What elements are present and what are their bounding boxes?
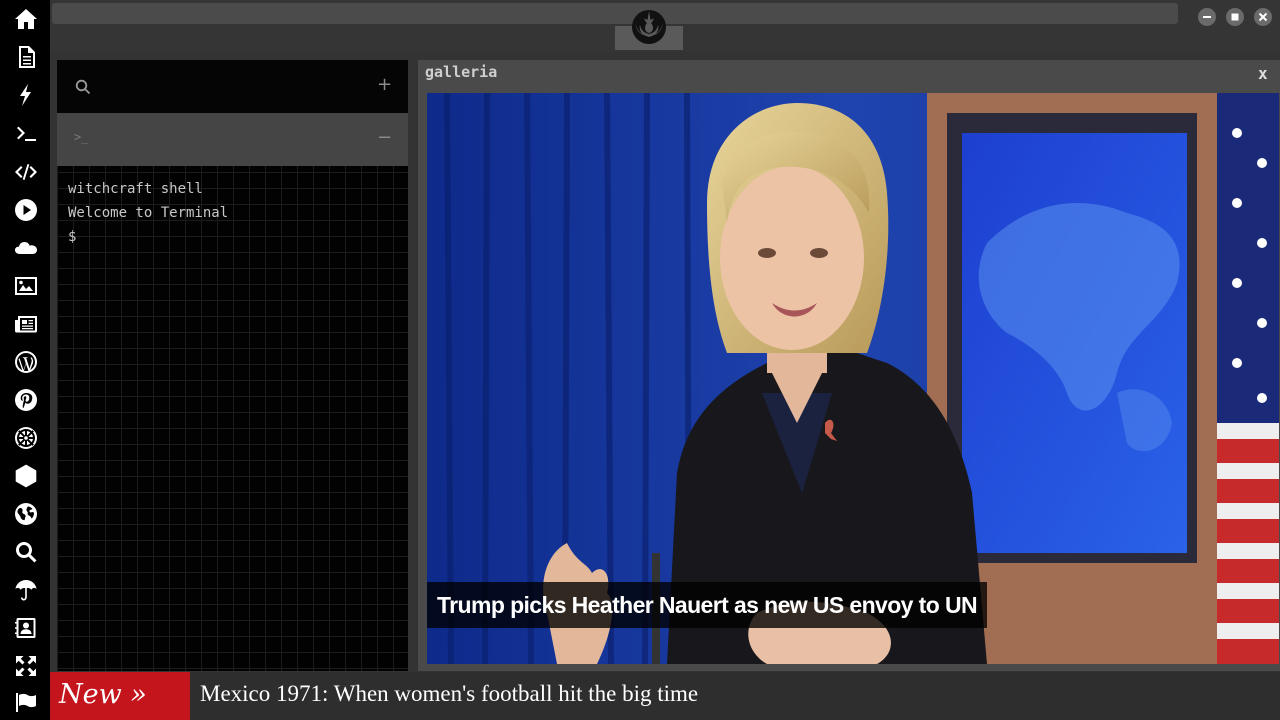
gallery-title: galleria xyxy=(425,63,498,81)
terminal-icon[interactable] xyxy=(13,121,39,147)
gallery-panel: galleria x Trump picks Heather Nauert as… xyxy=(418,60,1280,671)
terminal-panel: + >_ − witchcraft shell Welcome to Termi… xyxy=(57,60,408,671)
terminal-search-bar[interactable]: + xyxy=(57,60,408,113)
lightning-icon[interactable] xyxy=(13,82,39,108)
add-tab-button[interactable]: + xyxy=(377,74,397,98)
photo-caption: Trump picks Heather Nauert as new US env… xyxy=(427,582,987,628)
search-icon[interactable] xyxy=(75,79,91,95)
cloud-icon[interactable] xyxy=(13,235,39,261)
code-icon[interactable] xyxy=(13,159,39,185)
collapse-tab-button[interactable]: − xyxy=(377,127,397,151)
minimize-button[interactable] xyxy=(1198,8,1216,26)
wordpress-icon[interactable] xyxy=(13,349,39,375)
globe-icon[interactable] xyxy=(13,501,39,527)
play-icon[interactable] xyxy=(13,197,39,223)
terminal-prompt-line[interactable]: $ xyxy=(68,225,398,249)
prompt-icon: >_ xyxy=(74,130,89,144)
newspaper-icon[interactable] xyxy=(13,311,39,337)
terminal-line: witchcraft shell xyxy=(68,181,203,197)
sidebar xyxy=(0,0,50,720)
document-icon[interactable] xyxy=(13,44,39,70)
pinterest-icon[interactable] xyxy=(13,387,39,413)
empire-icon[interactable] xyxy=(13,425,39,451)
gallery-close-button[interactable]: x xyxy=(1258,64,1274,84)
terminal-output[interactable]: witchcraft shell Welcome to Terminal $ xyxy=(68,177,398,249)
expand-icon[interactable] xyxy=(13,653,39,679)
umbrella-icon[interactable] xyxy=(13,577,39,603)
contact-book-icon[interactable] xyxy=(13,615,39,641)
news-headline[interactable]: Mexico 1971: When women's football hit t… xyxy=(200,672,698,720)
maximize-button[interactable] xyxy=(1226,8,1244,26)
top-bar xyxy=(50,0,1280,52)
flag-icon[interactable] xyxy=(13,689,39,715)
news-ticker: New » Mexico 1971: When women's football… xyxy=(50,672,1280,720)
network-icon[interactable] xyxy=(13,463,39,489)
terminal-tab[interactable]: >_ − xyxy=(57,113,408,166)
gallery-photo[interactable] xyxy=(427,93,1279,664)
news-badge: New » xyxy=(50,672,190,720)
home-icon[interactable] xyxy=(13,6,39,32)
search-icon[interactable] xyxy=(13,539,39,565)
close-window-button[interactable] xyxy=(1254,8,1272,26)
terminal-line: Welcome to Terminal xyxy=(68,205,229,221)
desktop: + >_ − witchcraft shell Welcome to Termi… xyxy=(0,0,1280,720)
image-icon[interactable] xyxy=(13,273,39,299)
rebel-alliance-logo[interactable] xyxy=(615,0,683,50)
